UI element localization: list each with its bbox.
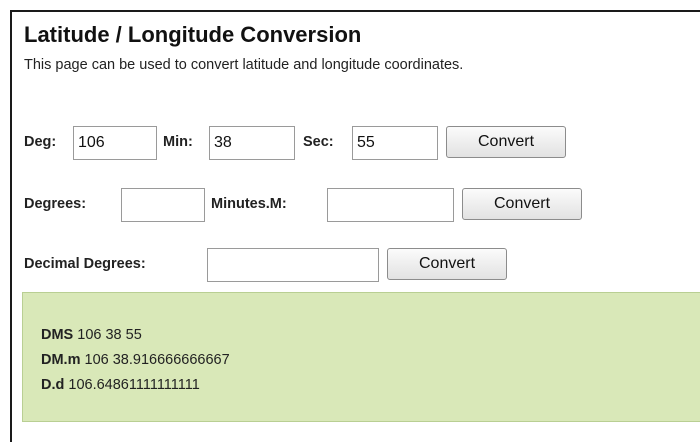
deg-input[interactable]: [73, 126, 157, 160]
min-input[interactable]: [209, 126, 295, 160]
minutes-label: Minutes.M:: [211, 196, 287, 212]
result-dd-label: D.d: [41, 377, 65, 393]
minutes-input[interactable]: [327, 188, 454, 222]
page-frame: Latitude / Longitude Conversion This pag…: [10, 10, 700, 442]
dm-form: Degrees: Minutes.M: Convert: [24, 188, 684, 222]
min-label: Min:: [163, 134, 193, 150]
result-dms-value: 106 38 55: [77, 327, 142, 343]
result-dmm-value: 106 38.916666666667: [84, 352, 230, 368]
convert-dd-button[interactable]: Convert: [387, 248, 507, 280]
result-dms-label: DMS: [41, 327, 74, 343]
result-dmm: DM.m 106 38.916666666667: [41, 352, 230, 368]
decimal-degrees-label: Decimal Degrees:: [24, 256, 146, 272]
result-dd-value: 106.64861111111111: [68, 377, 200, 393]
result-dd: D.d 106.64861111111111: [41, 377, 200, 393]
decimal-degrees-input[interactable]: [207, 248, 379, 282]
convert-dms-button[interactable]: Convert: [446, 126, 566, 158]
dms-form: Deg: Min: Sec: Convert: [24, 126, 684, 160]
degrees-input[interactable]: [121, 188, 205, 222]
convert-dm-button[interactable]: Convert: [462, 188, 582, 220]
dd-form: Decimal Degrees: Convert: [24, 248, 684, 282]
page-title: Latitude / Longitude Conversion: [24, 22, 362, 47]
results-panel: DMS 106 38 55 DM.m 106 38.916666666667 D…: [22, 292, 700, 422]
sec-input[interactable]: [352, 126, 438, 160]
deg-label: Deg:: [24, 134, 57, 150]
page-subtitle: This page can be used to convert latitud…: [24, 57, 464, 73]
degrees-label: Degrees:: [24, 196, 87, 212]
result-dms: DMS 106 38 55: [41, 327, 142, 343]
result-dmm-label: DM.m: [41, 352, 81, 368]
sec-label: Sec:: [303, 134, 334, 150]
